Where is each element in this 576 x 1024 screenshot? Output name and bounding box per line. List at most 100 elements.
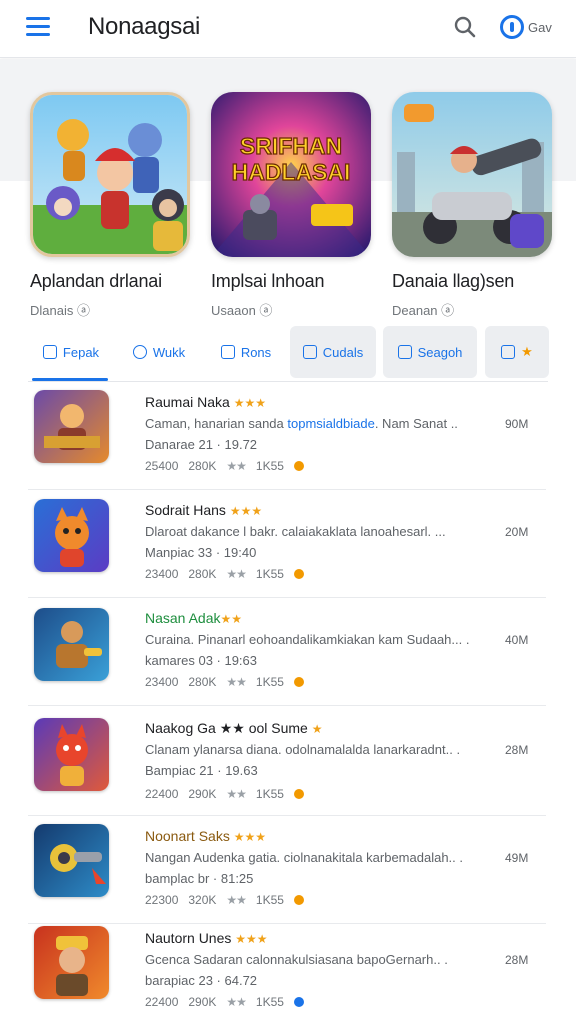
game-thumbnail bbox=[34, 824, 109, 897]
meta-value: 320K bbox=[188, 893, 217, 907]
meta-stars: ★★ bbox=[226, 459, 246, 473]
game-thumbnail bbox=[34, 718, 109, 791]
file-size: 90M bbox=[505, 417, 529, 431]
list-item[interactable]: Naakog Ga ★★ ool Sume ★ Clanam ylanarsa … bbox=[0, 708, 576, 816]
game-description: Nangan Audenka gatia. ciolnanakitala kar… bbox=[145, 850, 463, 865]
featured-subtitle: Usaaon ⓐ bbox=[211, 303, 273, 318]
tab-label: Rons bbox=[240, 344, 272, 360]
meta-value: 280K bbox=[188, 459, 217, 473]
category-tabs: Fepak Wukk Rons Cudals Seagoh ★ bbox=[28, 326, 550, 382]
rating-stars: ★★ bbox=[220, 612, 243, 626]
game-title-text: Sodrait Hans bbox=[145, 502, 226, 518]
featured-art-title-line-1: SRIFHAN bbox=[240, 133, 342, 159]
app-title: Nonaagsai bbox=[88, 13, 201, 40]
meta-value: 1K55 bbox=[255, 675, 284, 689]
meta-value: 23400 bbox=[145, 567, 179, 581]
game-thumbnail bbox=[34, 499, 109, 572]
meta-value: 1K55 bbox=[255, 459, 284, 473]
meta-value: 280K bbox=[188, 567, 217, 581]
featured-game-art bbox=[392, 92, 552, 257]
meta-stars: ★★ bbox=[226, 567, 246, 581]
meta-value: 23400 bbox=[145, 675, 179, 689]
list-item[interactable]: Raumai Naka ★★★ Caman, hanarian sanda to… bbox=[0, 382, 576, 490]
search-icon[interactable] bbox=[452, 14, 478, 40]
file-size: 28M bbox=[505, 743, 529, 757]
status-dot-icon bbox=[293, 677, 304, 687]
file-size: 49M bbox=[505, 851, 529, 865]
game-title-text: Raumai Naka bbox=[145, 394, 230, 410]
clock-icon bbox=[132, 345, 147, 359]
game-description: Dlaroat dakance l bakr. calaiakaklata la… bbox=[145, 524, 446, 539]
meta-value: 25400 bbox=[145, 459, 179, 473]
list-icon bbox=[220, 345, 235, 359]
game-title: Nautorn Unes ★★★ bbox=[145, 930, 268, 946]
tab-label: Seagoh bbox=[417, 344, 463, 360]
tab-rons[interactable]: Rons bbox=[204, 326, 288, 378]
edit-icon bbox=[42, 345, 57, 359]
featured-card[interactable]: Danaia llag)sen Deanan ⓐ bbox=[392, 92, 557, 319]
list-item[interactable]: Sodrait Hans ★★★ Dlaroat dakance l bakr.… bbox=[0, 490, 576, 598]
meta-value: 1K55 bbox=[255, 995, 284, 1009]
hamburger-menu-icon[interactable] bbox=[26, 16, 52, 38]
meta-value: 22400 bbox=[145, 995, 179, 1009]
rating-stars: ★★★ bbox=[235, 932, 268, 946]
tab-seagoh[interactable]: Seagoh bbox=[383, 326, 477, 378]
status-dot-icon bbox=[293, 895, 304, 905]
meta-stars: ★★ bbox=[226, 675, 246, 689]
release-date: barapiac 23 · 64.72 bbox=[145, 973, 258, 988]
featured-title: Aplandan drlanai bbox=[30, 271, 162, 291]
tab-label: Wukk bbox=[152, 344, 186, 360]
file-size: 20M bbox=[505, 525, 529, 539]
meta-stars: ★★ bbox=[226, 893, 246, 907]
list-item[interactable]: Nasan Adak★★ Curaina. Pinanarl eohoandal… bbox=[0, 598, 576, 706]
description-text: Caman, hanarian sanda bbox=[145, 416, 288, 431]
file-size: 28M bbox=[505, 953, 529, 967]
rating-stars: ★★★ bbox=[229, 504, 263, 518]
featured-game-art: SRIFHAN HADLASAI bbox=[211, 92, 371, 257]
description-link[interactable]: topmsialdbiade bbox=[287, 416, 374, 431]
game-title: Raumai Naka ★★★ bbox=[145, 394, 266, 410]
account-label: Gav bbox=[528, 19, 552, 35]
status-dot-icon bbox=[293, 789, 304, 799]
meta-value: 1K55 bbox=[255, 787, 284, 801]
game-title: Sodrait Hans ★★★ bbox=[145, 502, 262, 518]
featured-card[interactable]: Aplandan drlanai Dlanais ⓐ bbox=[30, 92, 195, 319]
meta-value: 1K55 bbox=[255, 567, 284, 581]
release-date: Manpiac 33 · 19:40 bbox=[145, 545, 257, 560]
tab-wukk[interactable]: Wukk bbox=[116, 326, 202, 378]
account-button[interactable]: Gav bbox=[500, 14, 552, 40]
calendar-icon bbox=[397, 345, 412, 359]
game-meta: 23400 280K ★★ 1K55 bbox=[145, 567, 304, 581]
tab-fepak[interactable]: Fepak bbox=[28, 326, 114, 378]
list-item[interactable]: Nautorn Unes ★★★ Gcenca Sadaran calonnak… bbox=[0, 918, 576, 1024]
release-date: kamares 03 · 19:63 bbox=[145, 653, 258, 668]
release-date: bamplac br · 81:25 bbox=[145, 871, 254, 886]
featured-subtitle: Deanan ⓐ bbox=[392, 303, 455, 318]
game-thumbnail bbox=[34, 608, 109, 681]
game-description: Caman, hanarian sanda topmsialdbiade. Na… bbox=[145, 416, 505, 431]
status-dot-icon bbox=[293, 461, 304, 471]
featured-art-title-line-2: HADLASAI bbox=[232, 159, 351, 185]
featured-card[interactable]: SRIFHAN HADLASAI Implsai lnhoan Usaaon ⓐ bbox=[211, 92, 376, 319]
game-title: Naakog Ga ★★ ool Sume ★ bbox=[145, 720, 323, 737]
game-title-text: Nasan Adak bbox=[145, 610, 221, 626]
game-title-text: Noonart Saks bbox=[145, 828, 230, 844]
release-date: Danarae 21 · 19.72 bbox=[145, 437, 258, 452]
app-header: Nonaagsai Gav bbox=[0, 0, 576, 58]
meta-value: 22400 bbox=[145, 787, 179, 801]
tab-more[interactable]: ★ bbox=[485, 326, 549, 378]
featured-game-art bbox=[30, 92, 190, 257]
release-date: Bampiac 21 · 19.63 bbox=[145, 763, 258, 778]
description-text: . Nam Sanat .. bbox=[374, 416, 458, 431]
game-thumbnail bbox=[34, 390, 109, 463]
game-title-text: Naakog Ga ★★ ool Sume bbox=[145, 720, 308, 736]
rating-stars: ★★★ bbox=[233, 396, 266, 410]
game-meta: 22300 320K ★★ 1K55 bbox=[145, 893, 304, 907]
tab-label: Cudals bbox=[322, 344, 364, 360]
list-item[interactable]: Noonart Saks ★★★ Nangan Audenka gatia. c… bbox=[0, 816, 576, 924]
tab-cudals[interactable]: Cudals bbox=[290, 326, 376, 378]
account-icon bbox=[500, 15, 524, 39]
grid-icon bbox=[302, 345, 317, 359]
game-meta: 25400 280K ★★ 1K55 bbox=[145, 459, 304, 473]
featured-subtitle: Dlanais ⓐ bbox=[30, 303, 90, 318]
